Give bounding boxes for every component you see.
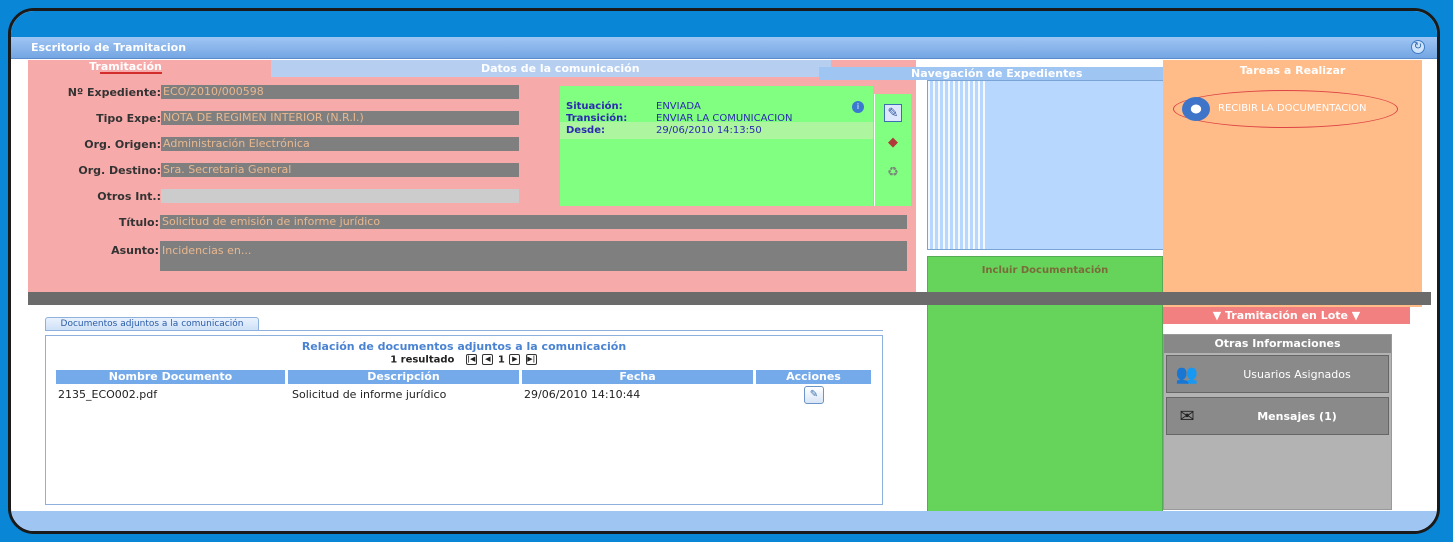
mailbox-icon: ✉ bbox=[1179, 406, 1195, 427]
column-header-acciones: Acciones bbox=[756, 370, 872, 384]
document-description-cell: Solicitud de informe jurídico bbox=[292, 388, 447, 401]
signature-icon[interactable]: ✎ bbox=[884, 104, 902, 122]
tab-documentos-adjuntos[interactable]: Documentos adjuntos a la comunicación bbox=[45, 317, 259, 331]
tab-tramitacion[interactable]: Tramitación bbox=[28, 60, 223, 74]
situacion-value: ENVIADA bbox=[656, 101, 701, 112]
shapes-icon[interactable]: ◆ bbox=[884, 134, 902, 152]
tareas-panel: Tareas a Realizar RECIBIR LA DOCUMENTACI… bbox=[1163, 60, 1422, 307]
window-top-band bbox=[11, 11, 1437, 37]
title-bar: Escritorio de Tramitacion ↻ bbox=[11, 37, 1437, 59]
documentos-title: Relación de documentos adjuntos a la com… bbox=[301, 340, 627, 353]
transicion-row: Transición: ENVIAR LA COMUNICACION bbox=[560, 113, 873, 125]
refresh-icon[interactable]: ↻ bbox=[1411, 40, 1425, 54]
column-header-fecha[interactable]: Fecha bbox=[522, 370, 754, 384]
recycle-icon[interactable]: ♻ bbox=[884, 164, 902, 182]
panel-divider bbox=[28, 292, 1431, 305]
documentos-box: Relación de documentos adjuntos a la com… bbox=[45, 335, 883, 505]
tipo-expe-label: Tipo Expe: bbox=[96, 112, 161, 125]
transicion-value: ENVIAR LA COMUNICACION bbox=[656, 113, 793, 124]
usuarios-asignados-item[interactable]: 👥 Usuarios Asignados bbox=[1166, 355, 1389, 393]
navegacion-header: Navegación de Expedientes bbox=[819, 67, 1174, 80]
column-header-nombre[interactable]: Nombre Documento bbox=[56, 370, 286, 384]
document-date-cell: 29/06/2010 14:10:44 bbox=[524, 388, 641, 401]
first-page-icon[interactable]: |◀ bbox=[465, 354, 477, 365]
mensajes-label: Mensajes (1) bbox=[1257, 410, 1337, 423]
expediente-field[interactable]: ECO/2010/000598 bbox=[161, 85, 519, 99]
org-origen-label: Org. Origen: bbox=[84, 138, 161, 151]
tramitacion-en-lote-button[interactable]: ▼ Tramitación en Lote ▼ bbox=[1163, 307, 1410, 324]
otros-int-field[interactable] bbox=[161, 189, 519, 203]
usuarios-asignados-label: Usuarios Asignados bbox=[1243, 368, 1351, 381]
desde-label: Desde: bbox=[566, 125, 605, 136]
window-title: Escritorio de Tramitacion bbox=[31, 41, 187, 54]
tipo-expe-field[interactable]: NOTA DE REGIMEN INTERIOR (N.R.I.) bbox=[161, 111, 519, 125]
gear-icon bbox=[1182, 97, 1210, 121]
comunicacion-status-box: Situación: ENVIADA i Transición: ENVIAR … bbox=[560, 86, 873, 206]
navegacion-tree[interactable] bbox=[927, 80, 1171, 250]
document-name-cell[interactable]: 2135_ECO002.pdf bbox=[58, 388, 157, 401]
transicion-label: Transición: bbox=[566, 113, 628, 124]
edit-document-icon[interactable]: ✎ bbox=[804, 386, 824, 404]
datos-comunicacion-header: Datos de la comunicación bbox=[271, 60, 831, 77]
comunicacion-toolbar: ✎ ◆ ♻ bbox=[874, 94, 911, 206]
result-count: 1 resultado bbox=[390, 354, 455, 366]
task-recibir-documentacion[interactable]: RECIBIR LA DOCUMENTACION bbox=[1173, 90, 1398, 128]
situacion-row: Situación: ENVIADA bbox=[560, 101, 873, 113]
tareas-title: Tareas a Realizar bbox=[1239, 64, 1346, 77]
org-origen-field[interactable]: Administración Electrónica bbox=[161, 137, 519, 151]
titulo-label: Título: bbox=[118, 216, 159, 229]
otros-int-label: Otros Int.: bbox=[97, 190, 161, 203]
next-page-icon[interactable]: ▶ bbox=[509, 354, 521, 365]
otras-informaciones-title: Otras Informaciones bbox=[1164, 335, 1391, 353]
desde-value: 29/06/2010 14:13:50 bbox=[656, 125, 762, 136]
current-page: 1 bbox=[497, 354, 505, 366]
info-icon[interactable]: i bbox=[852, 101, 864, 113]
datos-comunicacion-title: Datos de la comunicación bbox=[481, 62, 640, 75]
last-page-icon[interactable]: ▶| bbox=[525, 354, 537, 365]
mensajes-item[interactable]: ✉ Mensajes (1) bbox=[1166, 397, 1389, 435]
tab-underline bbox=[45, 330, 883, 331]
asunto-field[interactable]: Incidencias en... bbox=[160, 241, 907, 271]
expediente-label: Nº Expediente: bbox=[67, 86, 161, 99]
app-window: Escritorio de Tramitacion ↻ Datos de la … bbox=[8, 8, 1440, 534]
navegacion-tree-lines bbox=[928, 81, 988, 249]
status-bar bbox=[11, 511, 1437, 531]
pager: 1 resultado |◀ ◀ 1 ▶ ▶| bbox=[46, 354, 882, 366]
column-header-descripcion[interactable]: Descripción bbox=[288, 370, 520, 384]
prev-page-icon[interactable]: ◀ bbox=[482, 354, 494, 365]
situacion-label: Situación: bbox=[566, 101, 623, 112]
incluir-documentacion-title: Incluir Documentación bbox=[981, 265, 1109, 276]
org-destino-field[interactable]: Sra. Secretaria General bbox=[161, 163, 519, 177]
org-destino-label: Org. Destino: bbox=[78, 164, 161, 177]
users-icon: 👥 bbox=[1175, 364, 1199, 385]
navegacion-title: Navegación de Expedientes bbox=[911, 67, 1083, 80]
asunto-label: Asunto: bbox=[111, 244, 159, 257]
otras-informaciones-panel: Otras Informaciones 👥 Usuarios Asignados… bbox=[1163, 334, 1392, 510]
desde-row: Desde: 29/06/2010 14:13:50 bbox=[560, 125, 873, 137]
titulo-field[interactable]: Solicitud de emisión de informe jurídico bbox=[160, 215, 907, 229]
task-label: RECIBIR LA DOCUMENTACION bbox=[1218, 103, 1367, 114]
